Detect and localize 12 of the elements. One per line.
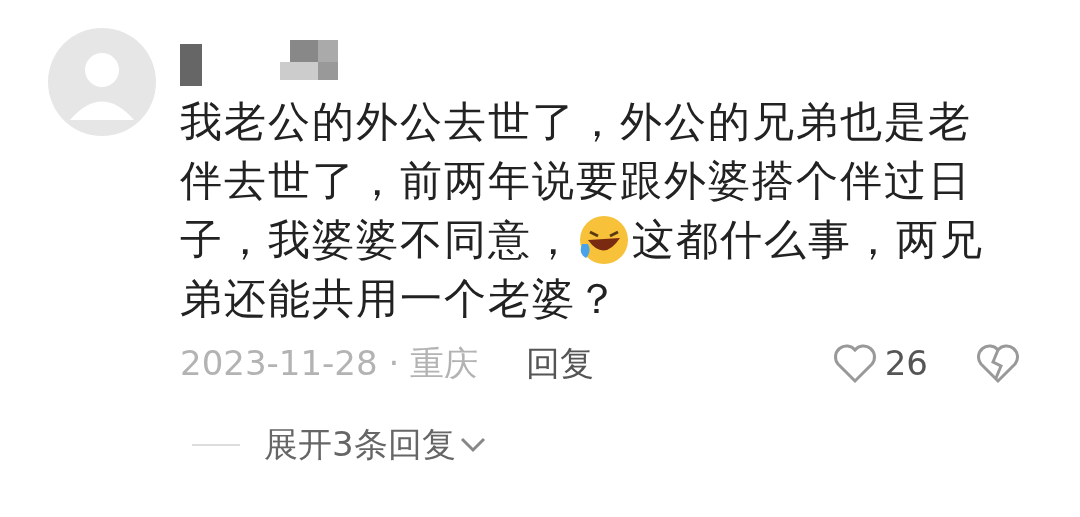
comment-text: 这都什么事，两兄 [632,214,984,266]
heart-icon[interactable] [832,343,877,384]
like-count: 26 [884,342,928,385]
chevron-down-icon[interactable] [459,436,486,453]
comment-text: 子，我婆婆不同意， [180,214,576,266]
comment-text: 伴去世了，前两年说要跟外婆搭个伴过日 [180,155,972,207]
reply-link[interactable]: 回复 [526,338,594,389]
comment-text: 弟还能共用一个老婆？ [180,273,620,325]
broken-heart-icon[interactable] [976,343,1020,384]
expand-replies-link[interactable]: 展开3条回复 [264,419,456,470]
comment-text: 我老公的外公去世了，外公的兄弟也是老 [180,96,972,148]
date-location: 2023-11-28 · 重庆 [180,342,478,385]
